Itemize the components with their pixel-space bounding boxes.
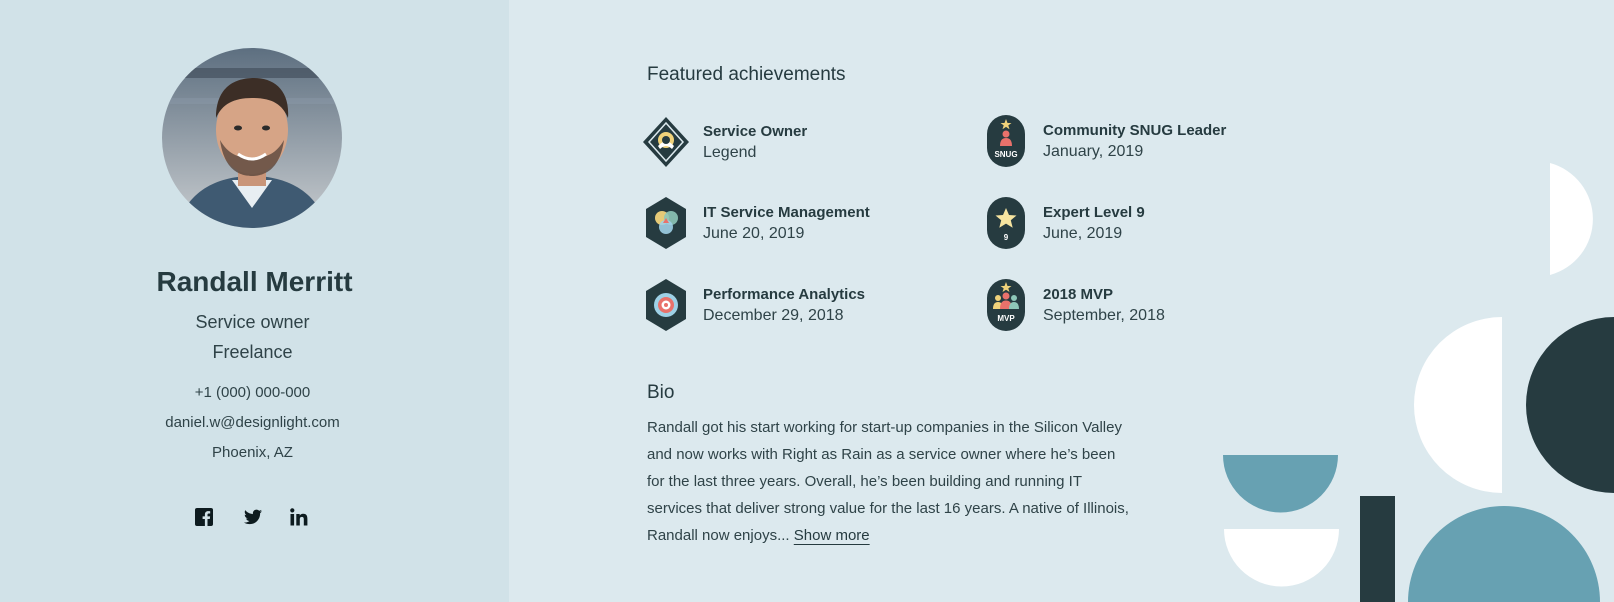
- snug-badge-icon: SNUG: [981, 113, 1031, 169]
- achievement-title: IT Service Management: [703, 204, 870, 221]
- mvp-badge-icon: MVP: [981, 277, 1031, 333]
- profile-company: Freelance: [212, 342, 293, 362]
- twitter-icon[interactable]: [242, 506, 264, 528]
- itsm-badge-icon: [641, 195, 691, 251]
- svg-text:MVP: MVP: [997, 314, 1015, 323]
- achievement-item[interactable]: 9 Expert Level 9 June, 2019: [981, 195, 1145, 251]
- profile-name: Randall Merritt: [156, 266, 353, 297]
- profile-email[interactable]: daniel.w@designlight.com: [0, 414, 505, 431]
- profile-phone[interactable]: +1 (000) 000-000: [0, 384, 505, 401]
- facebook-icon[interactable]: [193, 506, 215, 528]
- linkedin-icon[interactable]: [288, 506, 310, 528]
- achievement-title: Community SNUG Leader: [1043, 122, 1227, 139]
- achievement-subtitle: June 20, 2019: [703, 225, 805, 242]
- achievement-item[interactable]: MVP 2018 MVP September, 2018: [981, 277, 1165, 333]
- achievement-subtitle: December 29, 2018: [703, 307, 844, 324]
- achievement-title: Performance Analytics: [703, 286, 866, 303]
- bio-text: Randall got his start working for start-…: [647, 414, 1132, 549]
- svg-text:9: 9: [1004, 233, 1009, 242]
- decorative-shapes: [1223, 163, 1614, 602]
- achievement-title: Expert Level 9: [1043, 204, 1145, 221]
- bio-title: Bio: [647, 382, 675, 403]
- achievement-item[interactable]: Performance Analytics December 29, 2018: [641, 277, 865, 333]
- expert-level-badge-icon: 9: [981, 195, 1031, 251]
- performance-analytics-badge-icon: [641, 277, 691, 333]
- achievement-item[interactable]: IT Service Management June 20, 2019: [641, 195, 870, 251]
- service-owner-badge-icon: [641, 114, 691, 170]
- svg-text:SNUG: SNUG: [994, 150, 1017, 159]
- profile-location: Phoenix, AZ: [212, 444, 293, 461]
- bio-body: Randall got his start working for start-…: [647, 419, 1129, 544]
- achievement-subtitle: June, 2019: [1043, 225, 1123, 242]
- show-more-link[interactable]: Show more: [794, 527, 870, 544]
- achievements-title: Featured achievements: [647, 64, 846, 85]
- achievement-item[interactable]: Service Owner Legend: [641, 114, 807, 170]
- achievement-subtitle: Legend: [703, 144, 757, 161]
- profile-panel: Randall Merritt Service owner Freelance …: [0, 0, 509, 602]
- achievement-title: 2018 MVP: [1043, 286, 1114, 303]
- avatar: [162, 48, 342, 228]
- achievement-subtitle: September, 2018: [1043, 307, 1165, 324]
- profile-role: Service owner: [195, 312, 310, 332]
- achievement-title: Service Owner: [703, 123, 808, 140]
